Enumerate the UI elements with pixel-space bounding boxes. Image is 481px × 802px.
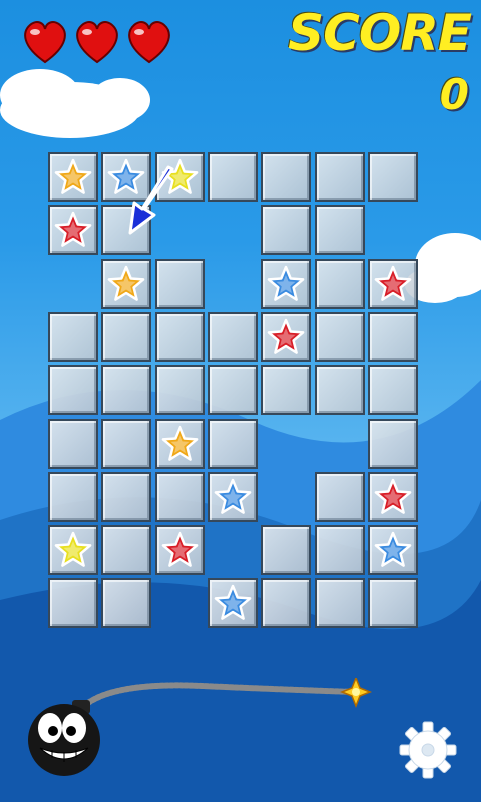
gold-star-icon — [161, 425, 199, 461]
blue-star-icon — [267, 265, 305, 301]
board-tile[interactable] — [315, 365, 365, 415]
board-tile[interactable] — [101, 419, 151, 469]
red-star-icon — [161, 531, 199, 567]
board-tile[interactable] — [48, 525, 98, 575]
board-tile[interactable] — [101, 472, 151, 522]
board-tile[interactable] — [368, 472, 418, 522]
board-tile[interactable] — [101, 365, 151, 415]
board-tile[interactable] — [315, 472, 365, 522]
board-tile[interactable] — [101, 259, 151, 309]
bomb-icon — [28, 700, 100, 776]
board-tile[interactable] — [261, 152, 311, 202]
bomb-timer — [28, 678, 373, 776]
gear-icon[interactable] — [398, 720, 458, 780]
board-tile[interactable] — [368, 259, 418, 309]
board-tile[interactable] — [261, 578, 311, 628]
red-star-icon — [374, 478, 412, 514]
blue-star-icon — [214, 584, 252, 620]
board-tile[interactable] — [315, 205, 365, 255]
blue-star-icon — [374, 531, 412, 567]
board-tile[interactable] — [48, 365, 98, 415]
board-tile[interactable] — [261, 365, 311, 415]
board-tile[interactable] — [368, 152, 418, 202]
board-tile[interactable] — [368, 365, 418, 415]
board-tile[interactable] — [315, 578, 365, 628]
board-tile[interactable] — [208, 152, 258, 202]
gold-star-icon — [107, 265, 145, 301]
board-tile[interactable] — [155, 312, 205, 362]
game-screen: SCORE 0 — [0, 0, 481, 802]
board-tile[interactable] — [368, 578, 418, 628]
board-tile[interactable] — [155, 472, 205, 522]
board-tile[interactable] — [208, 578, 258, 628]
board-tile[interactable] — [261, 205, 311, 255]
board-tile[interactable] — [101, 578, 151, 628]
gold-star-icon — [54, 158, 92, 194]
board-tile[interactable] — [368, 525, 418, 575]
fuse-rope — [81, 682, 359, 709]
board-tile[interactable] — [155, 259, 205, 309]
arrow-pointer-icon — [128, 165, 174, 235]
board-tile[interactable] — [368, 419, 418, 469]
blue-star-icon — [214, 478, 252, 514]
red-star-icon — [374, 265, 412, 301]
board-tile[interactable] — [48, 419, 98, 469]
board-tile[interactable] — [315, 312, 365, 362]
board-tile[interactable] — [261, 525, 311, 575]
board-tile[interactable] — [208, 312, 258, 362]
red-star-icon — [267, 318, 305, 354]
board-tile[interactable] — [48, 312, 98, 362]
board-tile[interactable] — [48, 578, 98, 628]
board-tile[interactable] — [208, 419, 258, 469]
board-tile[interactable] — [261, 312, 311, 362]
board-tile[interactable] — [315, 259, 365, 309]
yellow-star-icon — [54, 531, 92, 567]
fuse-spark-icon — [339, 678, 373, 709]
board-tile[interactable] — [48, 152, 98, 202]
board-tile[interactable] — [101, 312, 151, 362]
board-tile[interactable] — [155, 419, 205, 469]
board-tile[interactable] — [155, 365, 205, 415]
board-tile[interactable] — [208, 472, 258, 522]
red-star-icon — [54, 211, 92, 247]
board-tile[interactable] — [315, 152, 365, 202]
board-tile[interactable] — [368, 312, 418, 362]
board-tile[interactable] — [261, 259, 311, 309]
board-tile[interactable] — [208, 365, 258, 415]
board-tile[interactable] — [155, 525, 205, 575]
board-tile[interactable] — [48, 472, 98, 522]
board-tile[interactable] — [48, 205, 98, 255]
board-tile[interactable] — [101, 525, 151, 575]
board-tile[interactable] — [315, 525, 365, 575]
